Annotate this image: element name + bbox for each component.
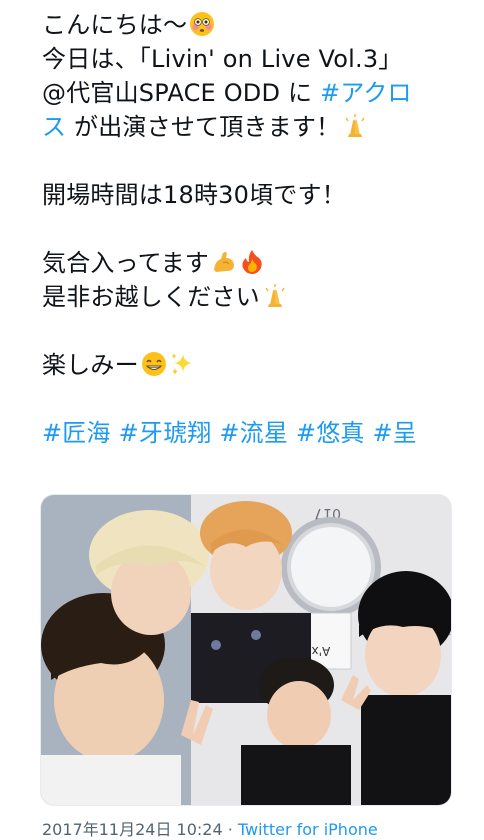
hashtag-link[interactable]: ス (42, 113, 66, 141)
timestamp[interactable]: 2017年11月24日 10:24 (42, 820, 223, 839)
tweet-line: 今日は、「Livin' on Live Vol.3」 (42, 42, 462, 76)
tweet-photo[interactable]: 017 A'x-d 様 (40, 494, 452, 806)
event-text: 今日は、「Livin' on Live Vol.3」 (42, 45, 403, 73)
hashtag-link[interactable]: #流星 (219, 419, 288, 447)
hashtag-link[interactable]: #呈 (372, 419, 417, 447)
tweet-line: 気合入ってます (42, 246, 462, 280)
tweet-line: こんにちは〜 (42, 8, 462, 42)
tweet-line: 是非お越しください (42, 280, 462, 314)
tweet-meta: 2017年11月24日 10:24 · Twitter for iPhone (42, 816, 378, 840)
tweet-line: ス が出演させて頂きます！ (42, 110, 462, 144)
greeting-text: こんにちは〜 (42, 11, 188, 39)
sparkles-icon (169, 351, 195, 377)
appearance-text: が出演させて頂きます！ (66, 113, 341, 141)
folded-hands-icon (342, 113, 368, 139)
hashtag-link[interactable]: #匠海 (42, 419, 111, 447)
hashtag-link[interactable]: #牙琥翔 (119, 419, 212, 447)
invitation-text: 是非お越しください (42, 283, 260, 311)
flushed-face-icon (189, 11, 215, 37)
flexed-biceps-icon (211, 249, 237, 275)
source-link[interactable]: Twitter for iPhone (238, 820, 378, 839)
tweet-line: 楽しみー (42, 348, 462, 382)
meta-separator: · (222, 820, 238, 839)
group-selfie-image: 017 A'x-d 様 (41, 495, 451, 805)
hashtag-link[interactable]: #アクロ (320, 79, 412, 107)
grinning-face-icon (141, 351, 167, 377)
excitement-text: 楽しみー (42, 351, 139, 379)
folded-hands-icon (262, 283, 288, 309)
fire-icon (239, 249, 265, 275)
motivation-text: 気合入ってます (42, 249, 209, 277)
tweet-text: こんにちは〜 今日は、「Livin' on Live Vol.3」 @代官山SP… (42, 8, 462, 450)
venue-text: @代官山SPACE ODD に (42, 79, 321, 107)
tweet-line: 開場時間は18時30頃です！ (42, 178, 462, 212)
tweet-line: @代官山SPACE ODD に #アクロ (42, 76, 462, 110)
doors-time-text: 開場時間は18時30頃です！ (42, 181, 346, 209)
hashtag-row: #匠海 #牙琥翔 #流星 #悠真 #呈 (42, 416, 462, 450)
hashtag-link[interactable]: #悠真 (296, 419, 365, 447)
